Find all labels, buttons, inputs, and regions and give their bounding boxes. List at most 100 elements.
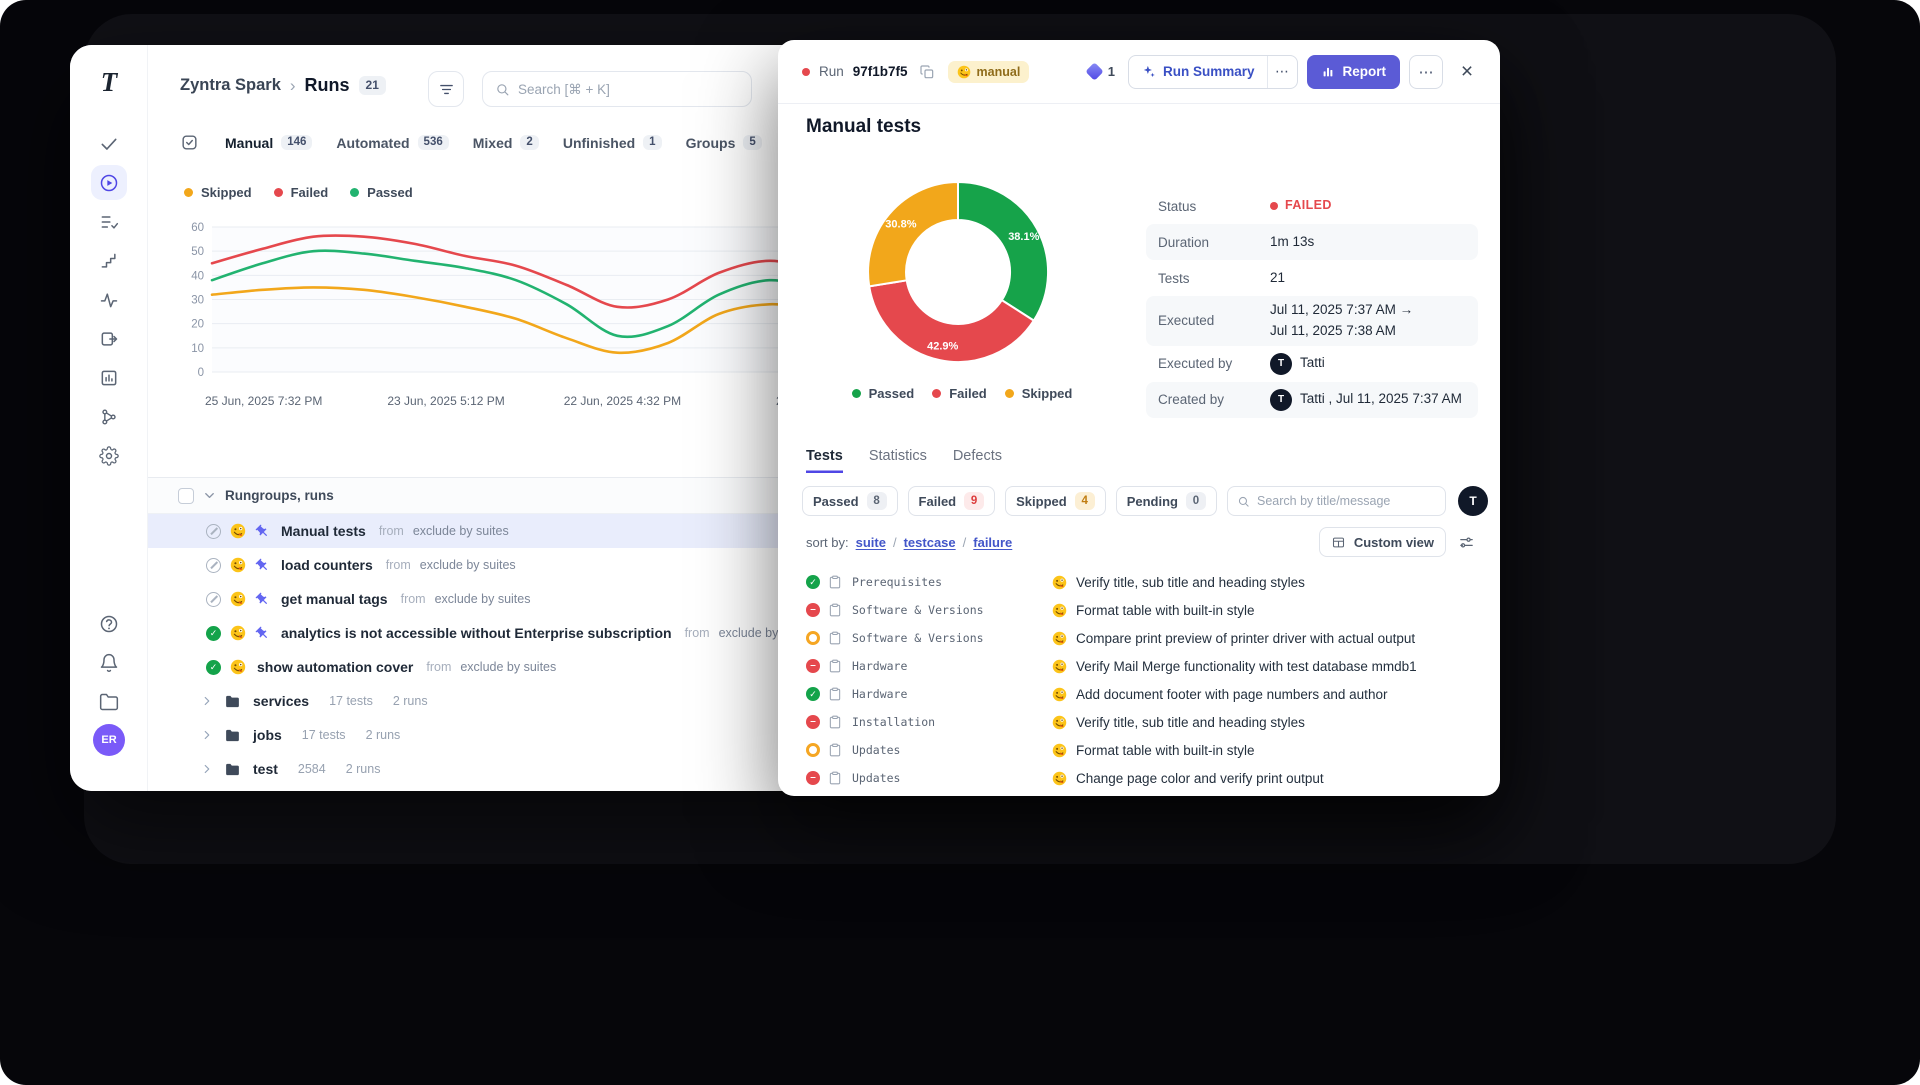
test-row[interactable]: Hardware Add document footer with page n…	[802, 680, 1490, 708]
runs-filter-tab[interactable]: Manual 146	[225, 135, 312, 151]
report-button[interactable]: Report	[1307, 55, 1401, 89]
test-title[interactable]: Verify title, sub title and heading styl…	[1076, 575, 1305, 590]
sidebar-nav-item[interactable]	[89, 202, 129, 241]
linked-defects[interactable]: 1	[1088, 64, 1115, 79]
chevron-right-icon[interactable]	[200, 762, 214, 776]
table-icon	[1331, 535, 1346, 550]
chevron-down-icon[interactable]	[202, 488, 217, 503]
drawer-tab[interactable]: Tests	[806, 448, 843, 473]
test-title[interactable]: Compare print preview of printer driver …	[1076, 631, 1415, 646]
user-avatar: T	[1270, 389, 1292, 411]
svg-text:60: 60	[191, 222, 204, 234]
app-logo[interactable]: T	[70, 67, 148, 98]
sidebar-footer-item[interactable]	[89, 643, 129, 682]
sidebar-nav-item[interactable]	[89, 241, 129, 280]
legend-item[interactable]: Failed	[274, 185, 329, 200]
drawer-tab[interactable]: Defects	[953, 448, 1002, 473]
tests-search[interactable]	[1227, 486, 1446, 516]
run-source: exclude by suites	[435, 592, 531, 606]
run-name[interactable]: load counters	[281, 557, 373, 573]
legend-item[interactable]: Passed	[350, 185, 413, 200]
folder-icon	[224, 761, 241, 778]
rungroup-name[interactable]: jobs	[253, 727, 282, 743]
run-info-row: Created by T Tatti , Jul 11, 2025 7:37 A…	[1146, 382, 1478, 418]
clipboard-icon	[828, 631, 842, 645]
suite-name: Hardware	[852, 659, 1052, 673]
run-summary-more-button[interactable]: ⋯	[1267, 56, 1297, 88]
runs-filter-tab[interactable]: Unfinished 1	[563, 135, 662, 151]
test-row[interactable]: Updates Format table with built-in style	[802, 736, 1490, 764]
run-name[interactable]: show automation cover	[257, 659, 413, 675]
runs-type-tabs: Manual 146 Automated 536 Mixed 2	[180, 133, 762, 152]
status-filter-chip[interactable]: Pending 0	[1116, 486, 1217, 516]
suite-name: Hardware	[852, 687, 1052, 701]
sort-option-link[interactable]: failure	[956, 535, 1013, 550]
test-title[interactable]: Verify title, sub title and heading styl…	[1076, 715, 1305, 730]
sort-row: sort by: suite testcase failure Custom v…	[806, 527, 1480, 557]
drawer-tab[interactable]: Statistics	[869, 448, 927, 473]
sidebar-nav-item[interactable]	[89, 397, 129, 436]
test-row[interactable]: Installation Verify title, sub title and…	[802, 708, 1490, 736]
chevron-right-icon[interactable]	[200, 694, 214, 708]
more-actions-button[interactable]: ⋯	[1409, 55, 1443, 89]
global-search[interactable]	[482, 71, 752, 107]
sidebar-nav-item[interactable]	[89, 280, 129, 319]
run-name[interactable]: analytics is not accessible without Ente…	[281, 625, 672, 641]
runs-filter-tab[interactable]: Mixed 2	[473, 135, 539, 151]
close-drawer-button[interactable]: ×	[1452, 57, 1482, 87]
user-avatar[interactable]: ER	[93, 724, 125, 756]
test-title[interactable]: Verify Mail Merge functionality with tes…	[1076, 659, 1417, 674]
test-title-cell: Format table with built-in style	[1052, 603, 1490, 618]
sidebar-nav-item[interactable]	[89, 436, 129, 475]
sidebar-footer-item[interactable]	[89, 604, 129, 643]
breadcrumb-project[interactable]: Zyntra Spark	[180, 76, 281, 95]
chevron-right-icon[interactable]	[200, 728, 214, 742]
copy-icon[interactable]	[919, 64, 935, 80]
test-row[interactable]: Prerequisites Verify title, sub title an…	[802, 568, 1490, 596]
run-title: Manual tests	[806, 116, 921, 138]
test-title[interactable]: Change page color and verify print outpu…	[1076, 771, 1324, 786]
search-icon	[495, 82, 510, 97]
svg-text:23 Jun, 2025 5:12 PM: 23 Jun, 2025 5:12 PM	[387, 394, 504, 408]
test-title[interactable]: Add document footer with page numbers an…	[1076, 687, 1387, 702]
status-filter-chips: Passed 8 Failed 9 Skipped 4 Pending	[802, 486, 1446, 516]
test-title[interactable]: Format table with built-in style	[1076, 743, 1255, 758]
status-filter-chip[interactable]: Passed 8	[802, 486, 898, 516]
sort-option-link[interactable]: suite	[856, 535, 886, 550]
rungroup-name[interactable]: services	[253, 693, 309, 709]
sidebar-nav-item[interactable]	[89, 124, 129, 163]
assignee-avatar-button[interactable]: T	[1458, 486, 1488, 516]
legend-item[interactable]: Skipped	[184, 185, 252, 200]
search-input[interactable]	[518, 82, 739, 97]
run-name[interactable]: get manual tags	[281, 591, 388, 607]
sort-option-link[interactable]: testcase	[886, 535, 956, 550]
test-row[interactable]: Updates Change page color and verify pri…	[802, 764, 1490, 792]
sidebar-footer-item[interactable]	[89, 682, 129, 721]
custom-view-button[interactable]: Custom view	[1319, 527, 1446, 557]
rungroup-name[interactable]: test	[253, 761, 278, 777]
status-filter-chip[interactable]: Failed 9	[908, 486, 996, 516]
run-summary-button[interactable]: Run Summary	[1129, 56, 1267, 88]
test-status-icon	[806, 715, 820, 729]
search-icon	[1237, 495, 1250, 508]
runs-filter-tab[interactable]: Groups 5	[686, 135, 762, 151]
select-all-checkbox[interactable]	[178, 488, 194, 504]
sidebar-nav-item[interactable]	[89, 358, 129, 397]
test-row[interactable]: Hardware Verify Mail Merge functionality…	[802, 652, 1490, 680]
sidebar-nav-item[interactable]	[89, 319, 129, 358]
clipboard-icon	[828, 743, 842, 757]
status-filter-chip[interactable]: Skipped 4	[1005, 486, 1106, 516]
tests-search-input[interactable]	[1257, 494, 1436, 508]
test-row[interactable]: Software & Versions Format table with bu…	[802, 596, 1490, 624]
tab-label: Groups	[686, 135, 736, 151]
test-title[interactable]: Format table with built-in style	[1076, 603, 1255, 618]
legend-dot	[1005, 389, 1014, 398]
test-row[interactable]: Software & Versions Compare print previe…	[802, 624, 1490, 652]
select-all-runs-icon[interactable]	[180, 133, 199, 152]
view-settings-button[interactable]	[1452, 528, 1480, 556]
sidebar-nav-item[interactable]	[89, 163, 129, 202]
chip-label: Passed	[813, 494, 859, 509]
filter-button[interactable]	[428, 71, 464, 107]
runs-filter-tab[interactable]: Automated 536	[336, 135, 448, 151]
run-name[interactable]: Manual tests	[281, 523, 366, 539]
